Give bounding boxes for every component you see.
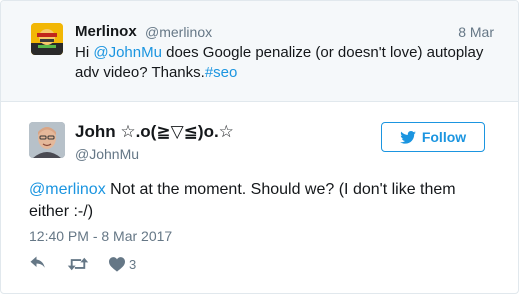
mention-merlinox-link[interactable]: @merlinox [29, 181, 106, 198]
follow-button[interactable]: Follow [381, 122, 485, 152]
main-author-name[interactable]: John ☆.o(≧▽≦)o.☆ [75, 122, 234, 142]
heart-icon [109, 256, 125, 272]
avatar-image-icon [29, 122, 65, 158]
like-button[interactable]: 3 [109, 257, 136, 272]
tweet-card: Merlinox @merlinox 8 Mar Hi @JohnMu does… [0, 0, 519, 294]
reply-icon [30, 256, 45, 268]
main-author-handle[interactable]: @JohnMu [75, 146, 139, 162]
parent-tweet-date[interactable]: 8 Mar [458, 24, 494, 40]
mention-johnmu-link[interactable]: @JohnMu [93, 44, 162, 61]
tweet-timestamp[interactable]: 12:40 PM - 8 Mar 2017 [29, 228, 172, 244]
like-count: 3 [129, 256, 137, 272]
reply-button[interactable] [29, 256, 47, 272]
tweet-actions: 3 [29, 254, 156, 274]
parent-author-handle[interactable]: @merlinox [145, 24, 212, 40]
hashtag-seo-link[interactable]: #seo [205, 64, 238, 81]
retweet-button[interactable] [67, 256, 89, 272]
parent-tweet[interactable]: Merlinox @merlinox 8 Mar Hi @JohnMu does… [1, 1, 518, 102]
merlinox-avatar[interactable] [31, 23, 63, 55]
main-tweet-text: @merlinox Not at the moment. Should we? … [29, 179, 489, 223]
twitter-bird-icon [400, 130, 416, 144]
parent-text-prefix: Hi [75, 44, 94, 61]
john-avatar[interactable] [29, 122, 65, 158]
parent-author-name[interactable]: Merlinox [75, 23, 137, 40]
parent-tweet-text: Hi @JohnMu does Google penalize (or does… [75, 43, 495, 83]
retweet-icon [67, 257, 89, 271]
follow-button-label: Follow [421, 129, 467, 145]
avatar-image-icon [31, 23, 63, 55]
